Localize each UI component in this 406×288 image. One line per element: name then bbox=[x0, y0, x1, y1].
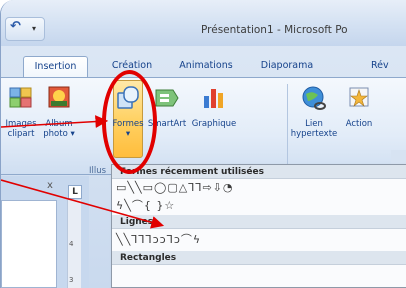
ruler-number-4: 4 bbox=[69, 240, 74, 248]
tab-insertion[interactable]: Insertion bbox=[23, 56, 88, 78]
album-photo-label-1: Album bbox=[45, 119, 73, 129]
graphique-label: Graphique bbox=[191, 119, 237, 129]
slide-thumbnail[interactable] bbox=[1, 200, 57, 288]
recent-shapes-row-1[interactable]: ▭╲╲▭◯▢△⅂⅂⇨⇩◔ bbox=[116, 181, 233, 194]
lien-label-2: hypertexte bbox=[290, 129, 338, 139]
ruler-number-3: 3 bbox=[69, 276, 74, 284]
section-recent-shapes: Formes récemment utilisées bbox=[112, 165, 406, 179]
images-clipart-label-2: clipart bbox=[7, 129, 35, 139]
section-rectangles: Rectangles bbox=[112, 251, 406, 265]
title-bar: ↶ ▾ Présentation1 - Microsoft Po bbox=[1, 0, 406, 46]
window-title: Présentation1 - Microsoft Po bbox=[201, 24, 348, 36]
lien-label-1: Lien bbox=[305, 119, 323, 129]
chart-icon bbox=[204, 89, 223, 108]
section-lines: Lignes bbox=[112, 215, 406, 229]
pane-close-icon[interactable]: x bbox=[47, 180, 53, 191]
smartart-icon bbox=[155, 89, 179, 107]
images-clipart-button[interactable]: Images clipart bbox=[1, 84, 41, 139]
hyperlink-globe-icon bbox=[302, 86, 326, 110]
qat-customize-arrow-icon[interactable]: ▾ bbox=[32, 24, 36, 33]
tab-animations[interactable]: Animations bbox=[171, 56, 241, 78]
album-photo-button[interactable]: Album photo ▾ bbox=[39, 84, 79, 139]
album-photo-label-2: photo ▾ bbox=[43, 129, 75, 139]
photo-album-icon bbox=[48, 86, 70, 108]
images-clipart-label-1: Images bbox=[5, 119, 37, 129]
recent-shapes-row-2[interactable]: ϟ╲⌒{ }☆ bbox=[116, 197, 175, 213]
action-label: Action bbox=[345, 119, 373, 129]
tab-revision[interactable]: Rév bbox=[371, 56, 406, 78]
clipart-icon bbox=[9, 87, 32, 108]
group-label-illustrations: Illus bbox=[89, 166, 107, 176]
ribbon-separator bbox=[287, 84, 288, 170]
tab-diaporama[interactable]: Diaporama bbox=[253, 56, 321, 78]
annotation-ellipse bbox=[102, 70, 157, 174]
ribbon-tabs: Insertion Création Animations Diaporama … bbox=[1, 56, 406, 78]
undo-icon[interactable]: ↶ bbox=[10, 19, 21, 34]
shapes-gallery-dropdown: Formes récemment utilisées ▭╲╲▭◯▢△⅂⅂⇨⇩◔ … bbox=[111, 164, 406, 288]
action-button[interactable]: Action bbox=[339, 84, 379, 129]
lines-row[interactable]: ╲╲⅂⅂⅂ↄↄ⅂ↄ⌒ϟ bbox=[116, 231, 201, 247]
powerpoint-window: ↶ ▾ Présentation1 - Microsoft Po Inserti… bbox=[0, 0, 406, 288]
ruler-tab-stop[interactable]: L bbox=[68, 185, 82, 199]
graphique-button[interactable]: Graphique bbox=[189, 84, 239, 129]
action-star-icon bbox=[349, 87, 369, 107]
lien-hypertexte-button[interactable]: Lien hypertexte bbox=[289, 84, 339, 139]
